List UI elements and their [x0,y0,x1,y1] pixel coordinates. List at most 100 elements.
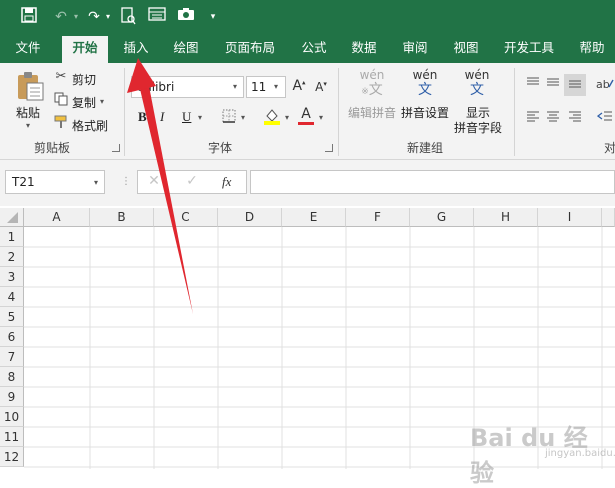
column-header-j-partial[interactable] [602,208,615,227]
paste-dropdown-icon[interactable]: ▾ [26,121,30,130]
formula-bar-splitter-icon[interactable]: ⋮ [121,176,131,187]
tab-page-layout[interactable]: 页面布局 [218,34,282,63]
scissors-icon: ✂ [55,69,67,84]
new-group-label: 新建组 [406,141,443,155]
copy-icon [53,92,69,108]
customize-toolbar-icon[interactable]: ▾ [206,7,220,27]
font-launcher-icon[interactable] [325,144,333,152]
font-color-letter: A [301,106,311,122]
row-header-4[interactable]: 4 [0,287,24,307]
edit-pinyin-button[interactable]: 编辑拼音 [348,104,396,121]
undo-icon[interactable]: ↶ [50,7,72,27]
row-header-11[interactable]: 11 [0,427,24,447]
print-preview-icon[interactable] [118,7,138,31]
save-icon[interactable] [20,7,38,29]
tab-home[interactable]: 开始 [62,36,108,63]
row-header-6[interactable]: 6 [0,327,24,347]
baidu-watermark-url: jingyan.baidu.com [545,448,615,459]
tab-review[interactable]: 审阅 [395,34,435,63]
svg-text:ab: ab [596,78,610,90]
tab-insert[interactable]: 插入 [116,34,156,63]
underline-button[interactable]: U [182,109,191,125]
decrease-font-size-icon[interactable]: A▾ [313,80,329,94]
row-header-10[interactable]: 10 [0,407,24,427]
align-bottom-icon[interactable] [564,74,586,96]
align-right-icon[interactable] [567,110,583,124]
ribbon-separator [338,68,339,156]
column-header-c[interactable]: C [154,208,218,227]
paste-button[interactable]: 粘贴 [16,104,40,121]
row-header-1[interactable]: 1 [0,227,24,247]
borders-dropdown-icon[interactable]: ▾ [241,113,245,122]
undo-dropdown-icon[interactable]: ▾ [71,7,81,27]
show-pinyin-icon: wén 文 [460,68,494,99]
ribbon-separator [514,68,515,156]
form-icon[interactable] [147,7,167,27]
column-header-f[interactable]: F [346,208,410,227]
column-header-e[interactable]: E [282,208,346,227]
font-size-combobox[interactable]: 11 ▾ [246,76,286,98]
italic-button[interactable]: I [160,109,164,125]
name-box[interactable]: T21 ▾ [5,170,105,194]
cancel-entry-icon[interactable]: ✕ [146,173,162,189]
row-header-5[interactable]: 5 [0,307,24,327]
formula-input[interactable] [250,170,615,194]
column-header-a[interactable]: A [24,208,90,227]
row-header-9[interactable]: 9 [0,387,24,407]
orientation-icon[interactable]: ab [596,76,614,92]
row-header-7[interactable]: 7 [0,347,24,367]
copy-button[interactable]: 复制 [72,94,96,111]
borders-icon[interactable] [221,109,237,125]
tab-formulas[interactable]: 公式 [294,34,334,63]
tab-help[interactable]: 帮助 [572,34,612,63]
align-top-icon[interactable] [525,76,541,90]
column-header-h[interactable]: H [474,208,538,227]
row-header-8[interactable]: 8 [0,367,24,387]
tab-data[interactable]: 数据 [344,34,384,63]
align-center-icon[interactable] [545,110,561,124]
pinyin-settings-button[interactable]: 拼音设置 [401,104,449,121]
name-box-dropdown-icon[interactable]: ▾ [94,178,98,187]
align-left-icon[interactable] [525,110,541,124]
row-header-12[interactable]: 12 [0,447,24,467]
cut-button[interactable]: 剪切 [72,71,96,88]
font-size-dropdown-icon[interactable]: ▾ [274,82,278,91]
align-middle-icon[interactable] [545,76,561,90]
font-name-combobox[interactable]: Calibri ▾ [131,76,244,98]
edit-pinyin-icon: wén ※文 [355,69,389,100]
font-size-value: 11 [251,80,267,94]
fill-color-icon[interactable] [263,107,281,125]
row-header-2[interactable]: 2 [0,247,24,267]
tab-draw[interactable]: 绘图 [166,34,206,63]
tab-file[interactable]: 文件 [8,34,48,63]
column-header-d[interactable]: D [218,208,282,227]
tab-view[interactable]: 视图 [446,34,486,63]
font-color-icon[interactable]: A [297,106,315,126]
font-group-label: 字体 [207,141,232,155]
redo-icon[interactable]: ↷ [84,7,104,27]
bold-button[interactable]: B [138,109,147,125]
column-header-i[interactable]: I [538,208,602,227]
format-painter-button[interactable]: 格式刷 [72,117,108,134]
pinyin-wen-label: wén [464,68,490,82]
clipboard-launcher-icon[interactable] [112,144,120,152]
fill-color-dropdown-icon[interactable]: ▾ [285,113,289,122]
show-pinyin-button-line2[interactable]: 拼音字段 [454,119,502,136]
tab-developer[interactable]: 开发工具 [498,34,560,63]
increase-font-size-icon[interactable]: A▴ [291,78,307,94]
insert-function-button[interactable]: fx [222,174,231,190]
column-header-g[interactable]: G [410,208,474,227]
decrease-indent-icon[interactable] [596,110,614,124]
paste-icon[interactable] [14,70,46,102]
font-color-dropdown-icon[interactable]: ▾ [319,113,323,122]
underline-dropdown-icon[interactable]: ▾ [198,113,202,122]
camera-icon[interactable] [176,7,196,27]
select-all-button[interactable] [0,208,24,227]
pinyin-wen-char: ※文 [361,82,383,98]
row-header-3[interactable]: 3 [0,267,24,287]
column-header-b[interactable]: B [90,208,154,227]
copy-dropdown-icon[interactable]: ▾ [100,97,104,106]
font-name-dropdown-icon[interactable]: ▾ [233,82,237,91]
confirm-entry-icon[interactable]: ✓ [184,173,200,189]
redo-dropdown-icon[interactable]: ▾ [103,7,113,27]
